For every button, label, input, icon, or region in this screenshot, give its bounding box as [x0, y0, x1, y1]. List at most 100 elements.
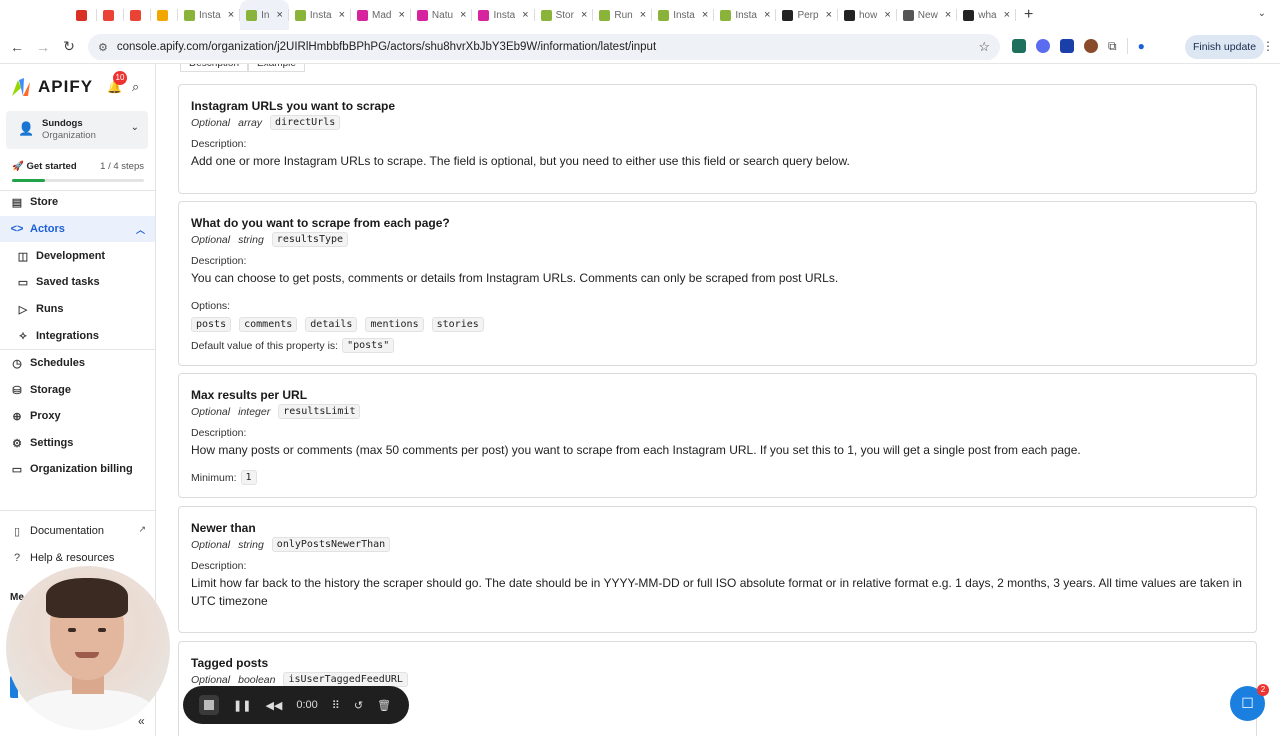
- apify-logo-icon: [12, 78, 30, 96]
- close-tab-icon[interactable]: ×: [276, 9, 282, 21]
- sidebar-item-development[interactable]: ◫ Development: [0, 243, 155, 269]
- get-started-link[interactable]: 🚀 Get started 1 / 4 steps: [12, 161, 144, 172]
- tab-favicon-icon: [416, 9, 428, 21]
- support-chat-button[interactable]: ☐ 2: [1230, 684, 1269, 721]
- new-tab-icon[interactable]: +: [1024, 6, 1033, 24]
- apify-logo[interactable]: APIFY: [10, 76, 93, 98]
- notifications-bell-icon[interactable]: 🔔 10: [107, 71, 127, 94]
- tab-example[interactable]: Example: [248, 64, 305, 72]
- sidebar-item-label: Documentation: [30, 525, 104, 537]
- field-key: directUrls: [270, 115, 341, 130]
- browser-tab[interactable]: Stor ×: [535, 0, 594, 30]
- browser-tab[interactable]: New ×: [897, 0, 958, 30]
- browser-tab[interactable]: Insta ×: [289, 0, 352, 30]
- field-card-directurls: Instagram URLs you want to scrape Option…: [178, 84, 1257, 194]
- close-tab-icon[interactable]: ×: [945, 9, 951, 21]
- tab-favicon-icon: [294, 9, 306, 21]
- trash-icon[interactable]: 🗑: [377, 699, 391, 712]
- minimum-label: Minimum:: [191, 471, 237, 484]
- puzzle-icon[interactable]: ⧉: [1108, 39, 1117, 54]
- sidebar-item-settings[interactable]: ⚙ Settings: [0, 430, 155, 456]
- close-tab-icon[interactable]: ×: [764, 9, 770, 21]
- recording-time: 0:00: [296, 699, 318, 711]
- sidebar-item-label: Development: [36, 250, 106, 262]
- organization-switcher[interactable]: 👤 Sundogs Organization ⌄: [6, 111, 148, 149]
- restart-icon[interactable]: ↺: [354, 699, 363, 712]
- sidebar-item-proxy[interactable]: ⊕ Proxy: [0, 403, 155, 429]
- gear-icon: ⚙: [12, 437, 22, 450]
- browser-tab[interactable]: Perp ×: [776, 0, 838, 30]
- pause-icon[interactable]: ❚❚: [233, 699, 251, 712]
- extension-gear-icon[interactable]: [1036, 39, 1050, 53]
- close-tab-icon[interactable]: ×: [460, 9, 466, 21]
- tab-search-chevron-icon[interactable]: ⌄: [1258, 8, 1266, 19]
- sidebar-item-schedules[interactable]: ◷ Schedules: [0, 350, 155, 376]
- extension-blue-icon[interactable]: [1060, 39, 1074, 53]
- tab-description[interactable]: Description: [180, 64, 249, 72]
- extension-cookie-icon[interactable]: [1084, 39, 1098, 53]
- extension-b-icon[interactable]: [1012, 39, 1026, 53]
- profile-icon[interactable]: ●: [1138, 39, 1145, 53]
- close-tab-icon[interactable]: ×: [398, 9, 404, 21]
- browser-tab[interactable]: [151, 0, 178, 30]
- close-tab-icon[interactable]: ×: [1004, 9, 1010, 21]
- sidebar-item-runs[interactable]: ▷ Runs: [0, 296, 155, 322]
- close-tab-icon[interactable]: ×: [826, 9, 832, 21]
- bookmark-star-icon[interactable]: ☆: [978, 39, 990, 55]
- browser-tab[interactable]: Insta ×: [178, 0, 241, 30]
- close-tab-icon[interactable]: ×: [228, 9, 234, 21]
- sidebar-item-actors[interactable]: <> Actors ︿: [0, 216, 155, 242]
- browser-tab[interactable]: how ×: [838, 0, 897, 30]
- field-key: resultsType: [271, 232, 349, 247]
- close-tab-icon[interactable]: ×: [884, 9, 890, 21]
- close-tab-icon[interactable]: ×: [339, 9, 345, 21]
- sidebar-item-saved-tasks[interactable]: ▭ Saved tasks: [0, 269, 155, 295]
- url-text: console.apify.com/organization/j2UIRlHmb…: [116, 41, 657, 53]
- reload-icon[interactable]: ↻: [56, 38, 82, 55]
- browser-tab[interactable]: [124, 0, 151, 30]
- browser-tab[interactable]: In ×: [240, 0, 289, 30]
- browser-tab[interactable]: Insta ×: [714, 0, 777, 30]
- close-tab-icon[interactable]: ×: [522, 9, 528, 21]
- sidebar-item-storage[interactable]: ⛁ Storage: [0, 377, 155, 403]
- browser-tab[interactable]: Mad ×: [351, 0, 411, 30]
- finish-update-button[interactable]: Finish update: [1185, 35, 1265, 59]
- forward-icon[interactable]: →: [30, 39, 56, 55]
- sidebar-item-documentation[interactable]: ▯ Documentation ↗: [0, 518, 155, 544]
- tab-favicon-icon: [963, 9, 975, 21]
- field-type: array: [238, 116, 263, 129]
- site-settings-icon[interactable]: ⚙: [98, 41, 108, 54]
- drag-handle-icon[interactable]: ⠿: [332, 699, 340, 712]
- sidebar-item-label: Settings: [30, 437, 74, 449]
- close-tab-icon[interactable]: ×: [702, 9, 708, 21]
- webcam-hair: [46, 578, 128, 618]
- sidebar-item-store[interactable]: ▤ Store: [0, 189, 155, 215]
- tab-title: Natu: [431, 9, 454, 21]
- browser-tab[interactable]: wha ×: [957, 0, 1017, 30]
- search-icon[interactable]: ⌕: [132, 79, 139, 95]
- sidebar-item-label: Schedules: [30, 357, 86, 369]
- browser-tab[interactable]: Run ×: [593, 0, 653, 30]
- browser-tab[interactable]: Insta ×: [472, 0, 535, 30]
- sidebar-item-label: Proxy: [30, 410, 61, 422]
- address-bar[interactable]: ⚙ console.apify.com/organization/j2UIRlH…: [88, 34, 1000, 60]
- development-icon: ◫: [17, 250, 29, 263]
- browser-tab[interactable]: Insta ×: [652, 0, 715, 30]
- close-tab-icon[interactable]: ×: [581, 9, 587, 21]
- rewind-icon[interactable]: ◀◀: [265, 699, 282, 712]
- close-tab-icon[interactable]: ×: [640, 9, 646, 21]
- browser-tab[interactable]: [70, 0, 97, 30]
- field-key: isUserTaggedFeedURL: [283, 672, 408, 687]
- get-started-progress: [12, 179, 144, 182]
- browser-menu-icon[interactable]: ⋮: [1262, 39, 1274, 53]
- sidebar-item-organization-billing[interactable]: ▭ Organization billing: [0, 456, 155, 482]
- sidebar-item-integrations[interactable]: ⟡ Integrations: [0, 323, 155, 349]
- field-card-onlypostsnewerthan: Newer than Optional string onlyPostsNewe…: [178, 506, 1257, 633]
- chevron-up-icon[interactable]: ︿: [136, 223, 145, 236]
- options-label: Options:: [191, 300, 231, 312]
- browser-tab[interactable]: Natu ×: [411, 0, 473, 30]
- back-icon[interactable]: ←: [4, 39, 30, 55]
- browser-tab[interactable]: [97, 0, 124, 30]
- chevron-down-icon: ⌄: [130, 122, 139, 133]
- stop-recording-button[interactable]: [199, 695, 219, 715]
